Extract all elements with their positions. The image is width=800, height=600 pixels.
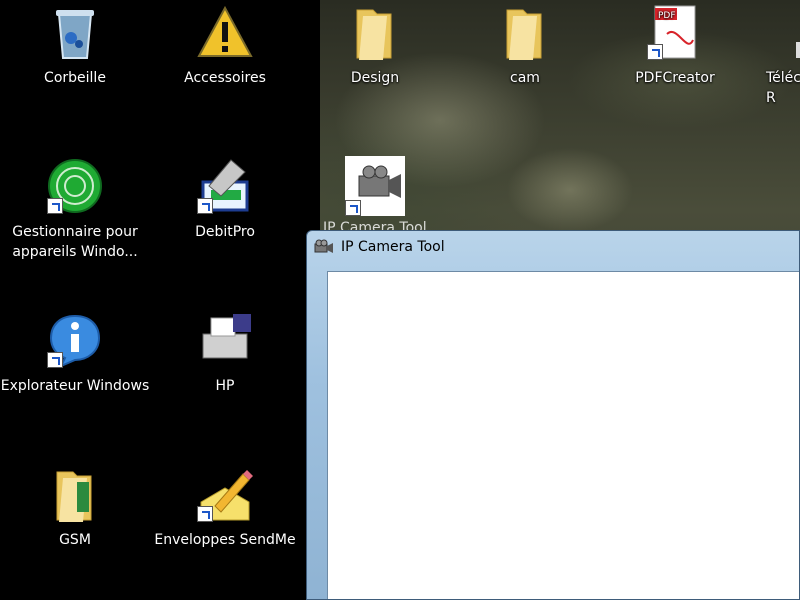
camera-icon [313, 238, 335, 256]
desktop-icon-telecommande[interactable]: Téléc R [750, 4, 800, 108]
desktop-icon-enveloppes[interactable]: Enveloppes SendMe [150, 466, 300, 550]
svg-text:PDF: PDF [658, 11, 676, 21]
desktop-icon-label: GSM [59, 532, 91, 548]
warning-icon [197, 4, 253, 60]
desktop-icon-label: Accessoires [184, 70, 266, 86]
info-icon [47, 312, 103, 368]
desktop-icon-label: Design [350, 70, 400, 86]
shortcut-arrow-icon [647, 44, 663, 60]
desktop-icon-ipcameratool[interactable] [300, 156, 450, 224]
camera-icon [345, 156, 405, 216]
radar-icon [47, 158, 103, 214]
window-client-area[interactable] [327, 271, 799, 599]
desktop-icon-label: Corbeille [44, 70, 106, 86]
desktop-icon-label: Enveloppes SendMe [154, 532, 296, 548]
desktop-icon-gestionnaire[interactable]: Gestionnaire pour appareils Windo... [0, 158, 150, 262]
shortcut-arrow-icon [47, 352, 63, 368]
desktop-icon-pdfcreator[interactable]: PDF PDFCreator [600, 4, 750, 88]
window-title-bar[interactable]: IP Camera Tool [307, 231, 799, 263]
desktop-icon-explorateur[interactable]: Explorateur Windows [0, 312, 150, 396]
desktop-icon-cam[interactable]: cam [450, 4, 600, 88]
printer-icon [197, 312, 253, 368]
folder-icon [47, 466, 103, 522]
shortcut-arrow-icon [197, 198, 213, 214]
desktop-icon-gsm[interactable]: GSM [0, 466, 150, 550]
desktop-icon-hp[interactable]: HP [150, 312, 300, 396]
debitpro-icon [197, 158, 253, 214]
shortcut-arrow-icon [345, 200, 361, 216]
ip-camera-tool-window[interactable]: IP Camera Tool [306, 230, 800, 600]
desktop-icon-label: Gestionnaire pour appareils Windo... [12, 224, 138, 260]
desktop-icon-label: Téléc R [766, 70, 800, 106]
envelope-pencil-icon [197, 466, 253, 522]
desktop-icon-label: HP [215, 378, 235, 394]
recycle-bin-icon [47, 4, 103, 60]
window-title: IP Camera Tool [341, 239, 445, 255]
desktop-icon-label: cam [510, 70, 540, 86]
shortcut-arrow-icon [47, 198, 63, 214]
desktop-icon-debitpro[interactable]: DebitPro [150, 158, 300, 242]
shortcut-arrow-icon [197, 506, 213, 522]
folder-icon [497, 4, 553, 60]
desktop-icon-accessoires[interactable]: Accessoires [150, 4, 300, 88]
desktop-icon-design[interactable]: Design [300, 4, 450, 88]
desktop-icon-label: DebitPro [195, 224, 255, 240]
desktop-icon-corbeille[interactable]: Corbeille [0, 4, 150, 88]
desktop-icon-label: PDFCreator [635, 70, 715, 86]
pdf-icon: PDF [647, 4, 703, 60]
remote-icon [790, 4, 800, 60]
desktop-icon-label: Explorateur Windows [0, 378, 150, 394]
folder-icon [347, 4, 403, 60]
